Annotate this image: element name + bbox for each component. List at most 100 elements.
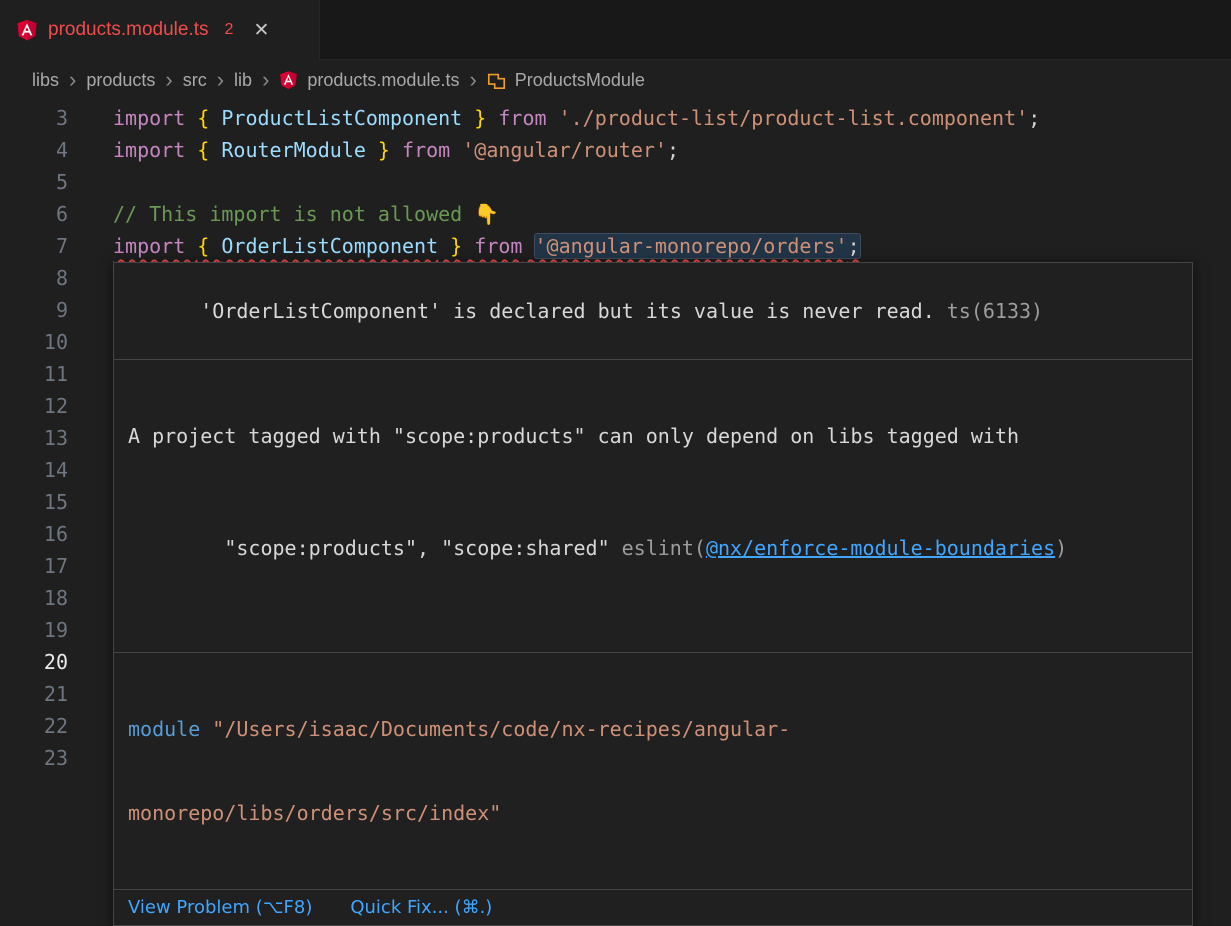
tab-products-module[interactable]: products.module.ts 2 ✕ [0,0,320,60]
code-line[interactable]: 4import { RouterModule } from '@angular/… [0,134,1231,166]
code-token: from [498,106,546,130]
code-token: '@angular/router' [462,138,667,162]
code-token: OrderListComponent [221,234,438,258]
line-number: 5 [0,166,68,198]
diagnostic-eslint-line1: A project tagged with "scope:products" c… [128,422,1178,450]
line-number: 15 [0,486,68,518]
line-number: 4 [0,134,68,166]
breadcrumb-item-symbol[interactable]: ProductsModule [515,70,645,91]
line-content [68,166,113,198]
line-number: 19 [0,614,68,646]
code-token: import [113,106,197,130]
code-token: ; [667,138,679,162]
code-token [390,138,402,162]
line-content [68,294,113,326]
hover-range-highlight: '@angular-monorepo/orders'; [535,234,860,258]
symbol-class-icon [487,71,506,90]
code-token [462,234,474,258]
line-number: 10 [0,326,68,358]
line-content [68,422,113,454]
tab-title: products.module.ts [48,19,209,41]
line-number: 7 [0,230,68,262]
line-number: 3 [0,102,68,134]
quick-fix-action[interactable]: Quick Fix... (⌘.) [350,897,492,918]
chevron-right-icon: › [164,69,173,91]
code-token: } [438,234,462,258]
line-number: 23 [0,742,68,774]
breadcrumb-item-libs[interactable]: libs [32,70,59,91]
breadcrumb-item-file[interactable]: products.module.ts [307,70,459,91]
code-token: } [366,138,390,162]
eslint-source-prefix: eslint( [622,536,706,560]
line-number: 14 [0,454,68,486]
line-number: 18 [0,582,68,614]
code-token: RouterModule [221,138,366,162]
code-line[interactable]: 7 import { OrderListComponent } from '@an… [0,230,1231,262]
hover-popup: 'OrderListComponent' is declared but its… [113,262,1193,926]
code-token: { [197,234,221,258]
line-number: 13 [0,422,68,454]
code-token [547,106,559,130]
error-squiggle: import { OrderListComponent } from '@ang… [113,234,860,258]
diagnostic-eslint-line2: "scope:products", "scope:shared" eslint(@… [128,506,1178,590]
code-token: from [402,138,450,162]
diagnostic-eslint-message: "scope:products", "scope:shared" [224,536,609,560]
diagnostic-ts-message: 'OrderListComponent' is declared but its… [200,299,935,323]
eslint-source-suffix: ) [1055,536,1067,560]
line-content: import { ProductListComponent } from './… [68,102,1040,134]
code-token: } [462,106,486,130]
line-content [68,262,113,294]
module-keyword: module [128,717,200,741]
code-token: ; [848,234,860,258]
code-line[interactable]: 3import { ProductListComponent } from '.… [0,102,1231,134]
line-number: 12 [0,390,68,422]
line-content: import { RouterModule } from '@angular/r… [68,134,679,166]
line-content [68,358,113,390]
code-token: // This import is not allowed [113,202,474,226]
line-number: 8 [0,262,68,294]
breadcrumb: libs › products › src › lib › products.m… [0,60,1231,100]
code-token: '@angular-monorepo/orders' [535,234,848,258]
line-number: 20 [0,646,68,678]
tab-error-count: 2 [225,21,234,39]
module-path-line1: "/Users/isaac/Documents/code/nx-recipes/… [200,717,790,741]
code-token [486,106,498,130]
line-number: 17 [0,550,68,582]
chevron-right-icon: › [68,69,77,91]
close-icon[interactable]: ✕ [253,19,269,41]
code-token: ProductListComponent [221,106,462,130]
diagnostic-eslint: A project tagged with "scope:products" c… [114,360,1192,653]
chevron-right-icon: › [468,69,477,91]
tab-bar: products.module.ts 2 ✕ [0,0,1231,60]
line-number: 9 [0,294,68,326]
module-path-line2: monorepo/libs/orders/src/index" [128,801,501,825]
code-token: './product-list/product-list.component' [559,106,1029,130]
code-token: ; [1028,106,1040,130]
diagnostic-ts: 'OrderListComponent' is declared but its… [114,263,1192,360]
eslint-rule-link[interactable]: @nx/enforce-module-boundaries [706,536,1055,560]
code-token [450,138,462,162]
module-path-block: module "/Users/isaac/Documents/code/nx-r… [114,653,1192,890]
code-token: { [197,106,221,130]
breadcrumb-item-products[interactable]: products [86,70,155,91]
line-number: 6 [0,198,68,230]
line-content: // This import is not allowed 👇 [68,198,499,230]
breadcrumb-item-src[interactable]: src [183,70,207,91]
code-token [522,234,534,258]
breadcrumb-item-lib[interactable]: lib [234,70,252,91]
editor[interactable]: 3import { ProductListComponent } from '.… [0,100,1231,778]
line-number: 21 [0,678,68,710]
chevron-right-icon: › [261,69,270,91]
view-problem-action[interactable]: View Problem (⌥F8) [128,897,312,918]
line-number: 16 [0,518,68,550]
code-line[interactable]: 6// This import is not allowed 👇 [0,198,1231,230]
angular-icon [279,70,298,90]
chevron-right-icon: › [216,69,225,91]
code-token: import [113,138,197,162]
line-content [68,454,113,486]
code-line[interactable]: 5 [0,166,1231,198]
angular-icon [16,18,38,42]
line-number: 22 [0,710,68,742]
code-token: import [113,234,197,258]
hover-status-bar: View Problem (⌥F8) Quick Fix... (⌘.) [114,890,1192,925]
